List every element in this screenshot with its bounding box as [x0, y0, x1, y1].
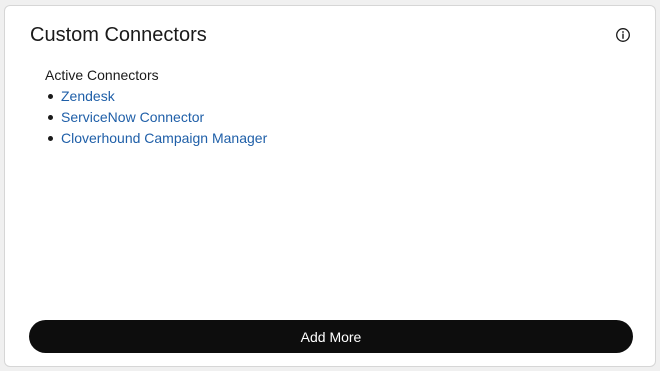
connector-link-zendesk[interactable]: Zendesk — [61, 88, 115, 104]
custom-connectors-card: Custom Connectors Active Connectors Zend… — [4, 5, 656, 367]
active-connectors-label: Active Connectors — [45, 67, 159, 83]
connector-link-servicenow[interactable]: ServiceNow Connector — [61, 109, 204, 125]
add-more-button[interactable]: Add More — [29, 320, 633, 353]
bullet-icon — [48, 94, 53, 99]
info-circle-icon — [615, 27, 631, 43]
connector-list-item: Cloverhound Campaign Manager — [45, 128, 625, 149]
connector-link-cloverhound[interactable]: Cloverhound Campaign Manager — [61, 130, 267, 146]
bullet-icon — [48, 115, 53, 120]
connector-list-item: Zendesk — [45, 86, 625, 107]
bullet-icon — [48, 136, 53, 141]
active-connectors-section: Active Connectors Zendesk ServiceNow Con… — [45, 65, 625, 149]
connector-list: Zendesk ServiceNow Connector Cloverhound… — [45, 86, 625, 149]
card-title: Custom Connectors — [30, 24, 207, 46]
connector-list-item: ServiceNow Connector — [45, 107, 625, 128]
info-button[interactable] — [615, 27, 631, 43]
